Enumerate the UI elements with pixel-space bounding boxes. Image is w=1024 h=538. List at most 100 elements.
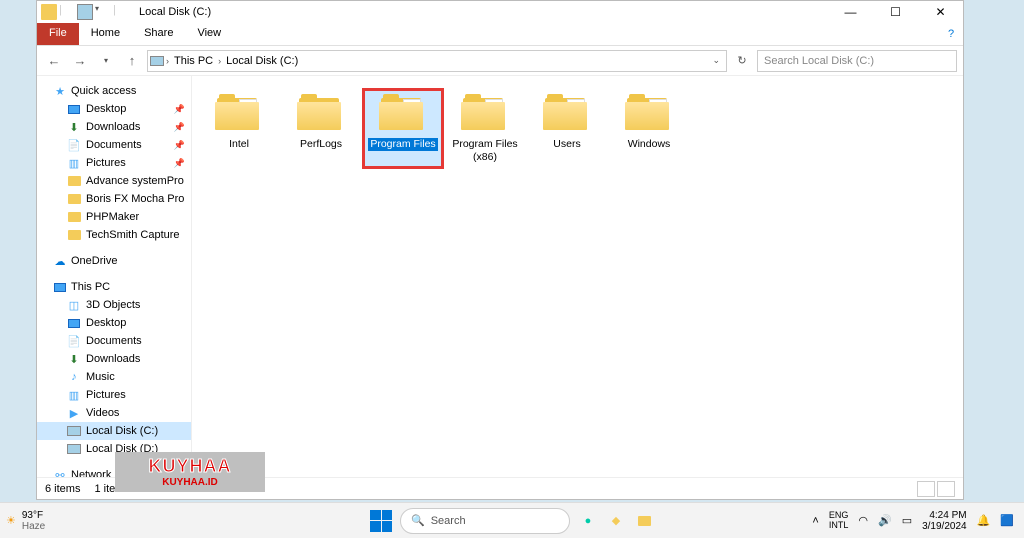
qat-divider: | <box>59 4 75 20</box>
sidebar-quick-access[interactable]: ★Quick access <box>37 82 191 100</box>
copilot-icon[interactable]: 🟦 <box>1000 514 1014 527</box>
sidebar-item-disk-c[interactable]: Local Disk (C:) <box>37 422 191 440</box>
sidebar-item-advance[interactable]: Advance systemPro <box>37 172 191 190</box>
desktop-icon <box>67 102 81 116</box>
folder-intel[interactable]: Intel <box>200 90 278 167</box>
address-bar: ← → ▾ ↑ › This PC › Local Disk (C:) ⌄ ↻ … <box>37 46 963 76</box>
notifications-icon[interactable]: 🔔 <box>977 514 991 527</box>
taskbar: ☀ 93°F Haze 🔍 Search ● ◆ ˄ ENG INTL ◠ 🔊 … <box>0 502 1024 538</box>
downloads-icon: ⬇ <box>67 352 81 366</box>
folder-users[interactable]: Users <box>528 90 606 167</box>
qat-dropdown-icon[interactable]: ▾ <box>95 4 111 20</box>
folder-icon <box>543 94 591 134</box>
content-pane[interactable]: Intel PerfLogs Program Files Program Fil… <box>192 76 963 477</box>
recent-dropdown[interactable]: ▾ <box>95 50 117 72</box>
tray-chevron-up-icon[interactable]: ˄ <box>812 515 818 527</box>
crumb-this-pc[interactable]: This PC <box>171 55 216 67</box>
close-button[interactable]: ✕ <box>918 1 963 23</box>
folder-icon <box>379 94 427 134</box>
search-icon: 🔍 <box>411 514 425 527</box>
tab-home[interactable]: Home <box>79 23 132 45</box>
desktop-icon <box>67 316 81 330</box>
drive-icon <box>150 54 164 68</box>
wifi-icon[interactable]: ◠ <box>858 514 868 527</box>
pictures-icon: ▥ <box>67 388 81 402</box>
sidebar-item-videos[interactable]: ▶Videos <box>37 404 191 422</box>
pin-icon: 📌 <box>174 122 185 133</box>
taskbar-app-2[interactable]: ◆ <box>606 511 626 531</box>
start-button[interactable] <box>370 510 392 532</box>
sidebar-item-techsmith[interactable]: TechSmith Capture <box>37 226 191 244</box>
taskbar-explorer[interactable] <box>634 511 654 531</box>
cloud-icon: ☁ <box>53 254 67 268</box>
sidebar-item-downloads[interactable]: ⬇Downloads📌 <box>37 118 191 136</box>
breadcrumb[interactable]: › This PC › Local Disk (C:) ⌄ <box>147 50 727 72</box>
maximize-button[interactable]: ☐ <box>873 1 918 23</box>
sidebar-item-boris[interactable]: Boris FX Mocha Pro <box>37 190 191 208</box>
folder-icon <box>625 94 673 134</box>
pc-icon <box>53 280 67 294</box>
tab-file[interactable]: File <box>37 23 79 45</box>
tray-language[interactable]: ENG INTL <box>829 511 849 531</box>
sidebar-item-3d-objects[interactable]: ◫3D Objects <box>37 296 191 314</box>
tab-view[interactable]: View <box>185 23 233 45</box>
sidebar-item-documents[interactable]: 📄Documents📌 <box>37 136 191 154</box>
pin-icon: 📌 <box>174 140 185 151</box>
explorer-window: | ▾ | Local Disk (C:) — ☐ ✕ File Home Sh… <box>36 0 964 500</box>
titlebar: | ▾ | Local Disk (C:) — ☐ ✕ <box>37 1 963 23</box>
sidebar-this-pc[interactable]: This PC <box>37 278 191 296</box>
taskbar-search[interactable]: 🔍 Search <box>400 508 570 534</box>
help-icon[interactable]: ? <box>939 23 963 45</box>
sidebar-item-pictures-pc[interactable]: ▥Pictures <box>37 386 191 404</box>
folder-program-files[interactable]: Program Files <box>364 90 442 167</box>
sidebar-item-desktop-pc[interactable]: Desktop <box>37 314 191 332</box>
qat-divider: | <box>113 4 129 20</box>
folder-program-files-x86[interactable]: Program Files (x86) <box>446 90 524 167</box>
sidebar-item-downloads-pc[interactable]: ⬇Downloads <box>37 350 191 368</box>
folder-icon <box>67 228 81 242</box>
taskbar-weather[interactable]: ☀ 93°F Haze <box>0 510 100 532</box>
taskbar-app-1[interactable]: ● <box>578 511 598 531</box>
chevron-right-icon: › <box>218 56 221 66</box>
folder-windows[interactable]: Windows <box>610 90 688 167</box>
volume-icon[interactable]: 🔊 <box>878 514 892 527</box>
pictures-icon: ▥ <box>67 156 81 170</box>
folder-icon <box>67 192 81 206</box>
navigation-pane: ★Quick access Desktop📌 ⬇Downloads📌 📄Docu… <box>37 76 192 477</box>
folder-icon <box>67 174 81 188</box>
view-large-button[interactable] <box>937 481 955 497</box>
drive-icon <box>67 442 81 456</box>
videos-icon: ▶ <box>67 406 81 420</box>
view-details-button[interactable] <box>917 481 935 497</box>
up-button[interactable]: ↑ <box>121 50 143 72</box>
sidebar-onedrive[interactable]: ☁OneDrive <box>37 252 191 270</box>
folder-icon <box>215 94 263 134</box>
folder-icon <box>297 94 345 134</box>
refresh-button[interactable]: ↻ <box>731 50 753 72</box>
star-icon: ★ <box>53 84 67 98</box>
sidebar-item-documents-pc[interactable]: 📄Documents <box>37 332 191 350</box>
sidebar-item-music[interactable]: ♪Music <box>37 368 191 386</box>
window-title: Local Disk (C:) <box>139 6 211 18</box>
back-button[interactable]: ← <box>43 50 65 72</box>
weather-icon: ☀ <box>6 514 16 527</box>
search-placeholder: Search Local Disk (C:) <box>764 55 874 67</box>
folder-icon <box>67 210 81 224</box>
sidebar-item-phpmaker[interactable]: PHPMaker <box>37 208 191 226</box>
folder-icon <box>461 94 509 134</box>
battery-icon[interactable]: ▭ <box>902 514 912 527</box>
documents-icon: 📄 <box>67 138 81 152</box>
sidebar-item-pictures[interactable]: ▥Pictures📌 <box>37 154 191 172</box>
minimize-button[interactable]: — <box>828 1 873 23</box>
sidebar-item-desktop[interactable]: Desktop📌 <box>37 100 191 118</box>
crumb-local-disk[interactable]: Local Disk (C:) <box>223 55 301 67</box>
folder-perflogs[interactable]: PerfLogs <box>282 90 360 167</box>
history-dropdown-icon[interactable]: ⌄ <box>712 55 724 66</box>
watermark: KUYHAA KUYHAA.ID <box>115 452 265 492</box>
network-icon: ⚯ <box>53 468 67 477</box>
forward-button[interactable]: → <box>69 50 91 72</box>
tray-clock[interactable]: 4:24 PM 3/19/2024 <box>922 510 967 532</box>
chevron-right-icon: › <box>166 56 169 66</box>
tab-share[interactable]: Share <box>132 23 185 45</box>
search-input[interactable]: Search Local Disk (C:) <box>757 50 957 72</box>
